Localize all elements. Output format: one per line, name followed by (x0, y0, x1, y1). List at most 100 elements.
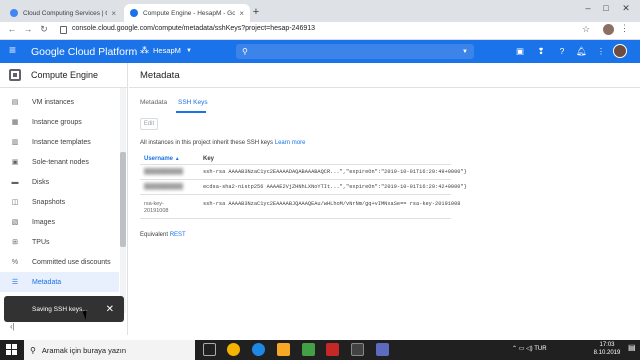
username-column-header[interactable]: Username ▲ (144, 156, 180, 162)
notifications-bell-icon[interactable]: 🔔︎ (576, 46, 587, 57)
sidebar-item-instance-groups[interactable]: ▦ Instance groups (0, 112, 119, 132)
collapse-sidebar-icon[interactable]: ‹| (10, 322, 15, 331)
instance-groups-icon: ▦ (11, 119, 19, 126)
metadata-list-icon: ☰ (11, 279, 19, 286)
back-icon[interactable]: ← (6, 24, 18, 34)
support-icon[interactable]: ❢ (536, 46, 546, 57)
equivalent-rest: Equivalent REST (140, 232, 186, 238)
sidebar-item-label: Committed use discounts (32, 258, 111, 266)
vm-instances-icon: ▤ (11, 99, 19, 106)
filezilla-icon[interactable] (326, 343, 339, 356)
main-header (129, 63, 640, 88)
inherit-info-text: All instances in this project inherit th… (140, 140, 305, 146)
bookmark-star-icon[interactable]: ☆ (582, 24, 590, 35)
chevron-down-icon: ▼ (185, 47, 192, 54)
browser-menu-icon[interactable]: ⋮ (620, 23, 629, 34)
reload-icon[interactable]: ↻ (38, 24, 50, 35)
clock-time: 17:03 (599, 342, 615, 348)
tab-metadata[interactable]: Metadata (140, 99, 167, 106)
file-explorer-icon[interactable] (277, 343, 290, 356)
sidebar-title: Compute Engine (31, 70, 99, 80)
learn-more-link[interactable]: Learn more (275, 140, 306, 146)
sidebar-item-label: TPUs (32, 238, 50, 246)
sidebar-item-label: Sole-tenant nodes (32, 158, 89, 166)
sidebar-item-label: Instance groups (32, 118, 82, 126)
page-title: Metadata (140, 70, 180, 81)
table-row-key: ecdsa-sha2-nistp256 AAAAE2VjZHNhLXNoYTIt… (203, 184, 467, 190)
more-options-icon[interactable]: ⋮ (596, 46, 606, 57)
gcp-logo-title[interactable]: Google Cloud Platform (31, 46, 137, 58)
edit-button[interactable]: Edit (140, 118, 158, 130)
hamburger-menu-icon[interactable]: ≡ (9, 43, 16, 57)
sidebar-item-snapshots[interactable]: ◫ Snapshots (0, 192, 119, 212)
sidebar-item-tpus[interactable]: ⊞ TPUs (0, 232, 119, 252)
system-tray[interactable]: ⌃ ▭ ◁) TUR (512, 345, 547, 352)
instance-templates-icon: ▥ (11, 139, 19, 146)
sidebar-item-sole-tenant-nodes[interactable]: ▣ Sole-tenant nodes (0, 152, 119, 172)
edge-icon[interactable] (252, 343, 265, 356)
search-bar[interactable]: ⚲ ▼ (236, 44, 474, 59)
project-name: HesapM (153, 46, 181, 55)
sidebar-item-label: Disks (32, 178, 50, 186)
sidebar-scrollbar-thumb[interactable] (120, 152, 126, 247)
sidebar-item-disks[interactable]: ▬ Disks (0, 172, 119, 192)
table-row-username: rsa-key- (144, 201, 164, 207)
address-bar[interactable]: console.cloud.google.com/compute/metadat… (72, 25, 315, 32)
sidebar-item-label: Images (32, 218, 55, 226)
info-text: All instances in this project inherit th… (140, 140, 274, 146)
sidebar-item-label: Snapshots (32, 198, 66, 206)
browser-tab-compute-engine[interactable]: Compute Engine - HesapM - Goo × (124, 4, 250, 22)
notification-center-icon[interactable]: ▤ (628, 343, 636, 352)
camtasia-icon[interactable] (302, 343, 315, 356)
search-icon: ⚲ (242, 47, 248, 56)
browser-profile-avatar[interactable] (603, 24, 614, 35)
taskbar-search-placeholder: Aramak için buraya yazın (41, 345, 127, 355)
sidebar-item-metadata[interactable]: ☰ Metadata (0, 272, 119, 292)
sidebar-item-label: Metadata (32, 278, 62, 286)
snackbar-close-icon[interactable]: ✕ (106, 304, 114, 315)
sidebar-item-vm-instances[interactable]: ▤ VM instances (0, 92, 119, 112)
chrome-icon[interactable] (227, 343, 240, 356)
lock-icon[interactable] (60, 26, 67, 34)
task-view-icon[interactable] (203, 343, 216, 356)
sidebar-item-instance-templates[interactable]: ▥ Instance templates (0, 132, 119, 152)
minimize-button[interactable]: – (580, 3, 596, 13)
taskbar-search-input[interactable]: ⚲ Aramak için buraya yazın (24, 340, 195, 360)
table-divider (140, 179, 451, 180)
sole-tenant-nodes-icon: ▣ (11, 159, 19, 166)
help-icon[interactable]: ? (557, 46, 567, 56)
rest-link[interactable]: REST (170, 232, 186, 238)
clock-date: 8.10.2019 (593, 350, 621, 356)
project-icon: ⁂ (140, 45, 149, 55)
window-close-button[interactable]: ✕ (618, 3, 634, 14)
google-favicon-icon (10, 9, 18, 17)
taskbar-clock[interactable]: 17:03 8.10.2019 (590, 341, 624, 357)
sidebar-item-label: VM instances (32, 98, 75, 106)
tab-close-icon[interactable]: × (239, 9, 244, 18)
tab-ssh-keys[interactable]: SSH Keys (178, 99, 208, 106)
browser-tab-cloud-computing[interactable]: Cloud Computing Services | Go × (4, 4, 122, 22)
table-row-username: ██████████ (144, 184, 183, 190)
tab-close-icon[interactable]: × (111, 9, 116, 18)
chevron-down-icon: ▼ (462, 48, 468, 55)
disks-icon: ▬ (11, 178, 19, 186)
table-divider (140, 218, 451, 219)
sidebar-item-committed-use-discounts[interactable]: % Committed use discounts (0, 252, 119, 272)
snackbar-message: Saving SSH keys... (32, 305, 88, 313)
snapshots-icon: ◫ (11, 199, 19, 206)
terminal-icon[interactable] (351, 343, 364, 356)
project-selector[interactable]: ⁂ HesapM ▼ (140, 45, 192, 56)
new-tab-button[interactable]: + (250, 6, 262, 18)
forward-icon[interactable]: → (22, 24, 34, 34)
tab-title: Cloud Computing Services | Go (23, 9, 108, 17)
maximize-button[interactable]: □ (598, 3, 614, 13)
cloud-shell-icon[interactable]: ▣ (515, 46, 525, 57)
app-icon[interactable] (376, 343, 389, 356)
percent-icon: % (11, 258, 19, 266)
images-icon: ▧ (11, 219, 19, 226)
windows-start-icon[interactable] (6, 344, 18, 356)
table-row-key: ssh-rsa AAAAB3NzaC1yc2EAAAABJQAAAQEAu/wH… (203, 201, 461, 207)
sidebar-item-images[interactable]: ▧ Images (0, 212, 119, 232)
snackbar: Saving SSH keys... ✕ (4, 296, 124, 322)
account-avatar[interactable] (613, 44, 627, 58)
